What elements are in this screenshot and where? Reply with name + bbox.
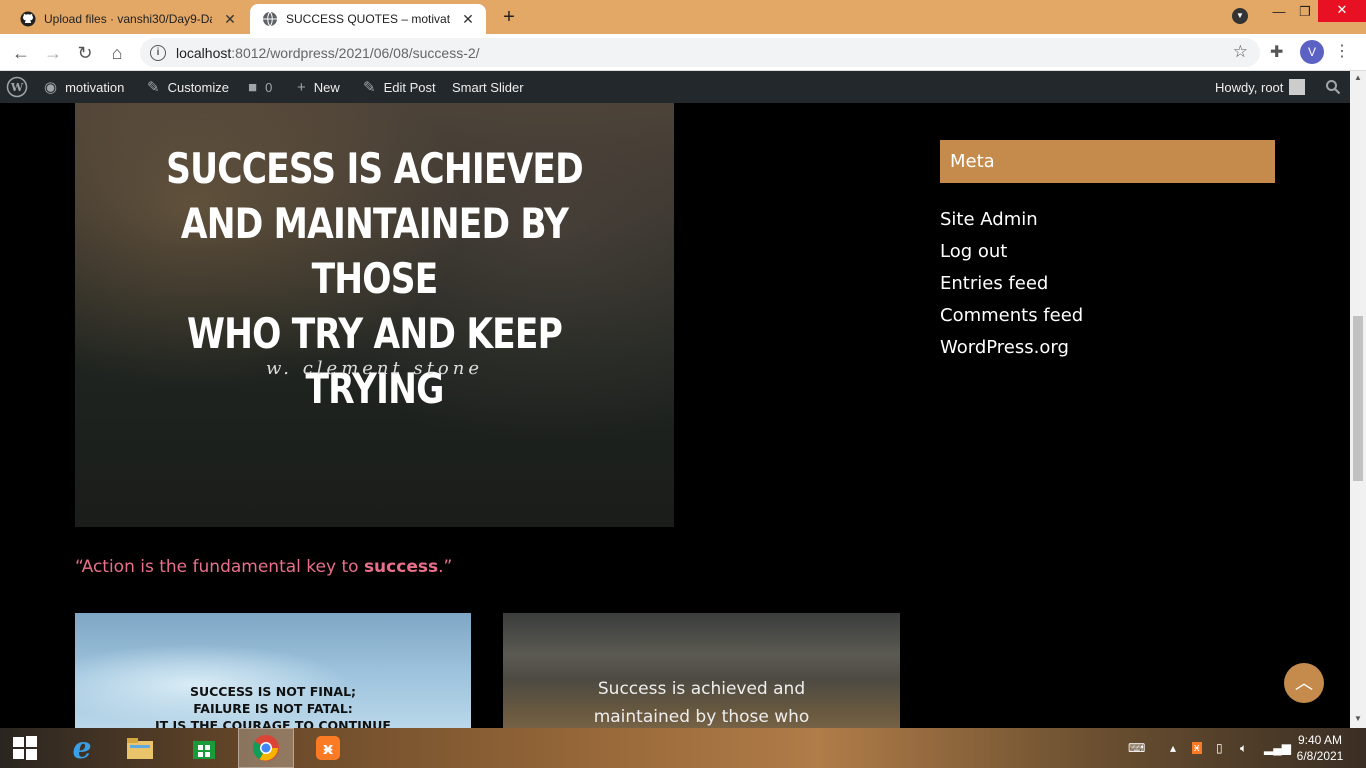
system-clock[interactable]: 9:40 AM 6/8/2021 [1290,732,1350,764]
new-content-link[interactable]: + New [297,71,340,103]
avatar [1289,79,1306,95]
browser-toolbar: ← → ↻ ⌂ i localhost:8012/wordpress/2021/… [0,34,1366,71]
windows-logo-icon [13,736,37,760]
meta-link-wordpress-org[interactable]: WordPress.org [940,336,1083,368]
scroll-to-top-button[interactable]: ︿ [1284,663,1324,703]
pencil-icon: ✎ [363,79,376,96]
svg-text:ӿ: ӿ [323,739,334,758]
meta-link-log-out[interactable]: Log out [940,240,1083,272]
scrollbar-thumb[interactable] [1353,316,1363,481]
network-device-icon[interactable]: ▯ [1216,728,1223,768]
quote-image-text: Success is achieved and maintained by th… [593,679,810,727]
tab-title: SUCCESS QUOTES – motivation [286,12,450,26]
hero-quote-author: w. clement stone [265,358,484,379]
tab-search-icon[interactable]: ▼ [1232,8,1248,24]
address-bar[interactable]: i localhost:8012/wordpress/2021/06/08/su… [140,38,1260,67]
quote-image-mountains: Success is achieved and maintained by th… [503,613,900,728]
page-scrollbar[interactable]: ▲ ▼ [1350,71,1366,728]
brush-icon: ✎ [147,79,160,96]
tab-title: Upload files · vanshi30/Day9-Day [44,12,212,26]
store-icon[interactable] [176,728,232,768]
meta-link-site-admin[interactable]: Site Admin [940,208,1083,240]
search-icon[interactable] [1325,71,1341,103]
meta-widget-title: Meta [940,140,1275,183]
forward-icon[interactable]: → [40,40,66,66]
home-icon[interactable]: ⌂ [104,40,130,66]
wifi-signal-icon[interactable]: ▂▄▆ [1264,728,1291,768]
wp-admin-bar: W ◉ motivation ✎ Customize ■ 0 + New ✎ E… [0,71,1366,103]
reload-icon[interactable]: ↻ [72,40,98,66]
github-icon [20,11,36,27]
quote-image-not-final: SUCCESS IS NOT FINAL; FAILURE IS NOT FAT… [75,613,471,728]
browser-tab-success-quotes[interactable]: SUCCESS QUOTES – motivation ✕ [250,4,486,34]
dashboard-icon: ◉ [44,79,58,96]
new-tab-button[interactable]: + [498,6,520,28]
meta-links: Site Admin Log out Entries feed Comments… [940,208,1083,368]
browser-tab-strip: Upload files · vanshi30/Day9-Day ✕ SUCCE… [0,0,1366,34]
globe-icon [262,11,278,27]
volume-icon[interactable]: 🔈︎ [1240,728,1247,768]
extensions-icon[interactable]: ✚ [1270,42,1283,62]
restore-button[interactable]: ❐ [1292,2,1318,22]
meta-link-comments-feed[interactable]: Comments feed [940,304,1083,336]
xampp-icon[interactable]: ӿ [300,728,356,768]
close-window-button[interactable]: ✕ [1318,0,1366,22]
page-content: SUCCESS IS ACHIEVED AND MAINTAINED BY TH… [0,103,1350,728]
minimize-button[interactable]: — [1266,2,1292,22]
site-name-link[interactable]: ◉ motivation [44,71,124,103]
internet-explorer-icon[interactable]: e [54,728,110,768]
file-explorer-icon[interactable] [112,728,168,768]
profile-avatar[interactable]: V [1300,40,1324,64]
comment-icon: ■ [248,78,258,96]
my-account-link[interactable]: Howdy, root [1215,71,1306,103]
bookmark-star-icon[interactable]: ☆ [1233,42,1248,62]
windows-taskbar: e ӿ ⌨ ▴ ӿ ▯ 🔈︎ ▂▄▆ 9:40 AM 6/8/2021 [0,728,1366,768]
customize-link[interactable]: ✎ Customize [147,71,229,103]
back-icon[interactable]: ← [8,40,34,66]
info-icon[interactable]: i [150,44,166,61]
chrome-icon[interactable] [238,728,294,768]
url-text: localhost:8012/wordpress/2021/06/08/succ… [176,44,480,61]
smart-slider-link[interactable]: Smart Slider [452,71,524,103]
xampp-tray-icon[interactable]: ӿ [1192,728,1202,768]
close-icon[interactable]: ✕ [460,11,476,27]
menu-icon[interactable]: ⋮ [1334,40,1350,64]
start-button[interactable] [0,728,50,768]
touch-keyboard-icon[interactable]: ⌨ [1128,728,1145,768]
plus-icon: + [297,78,306,96]
hero-quote-image: SUCCESS IS ACHIEVED AND MAINTAINED BY TH… [75,103,674,527]
browser-tab-upload-files[interactable]: Upload files · vanshi30/Day9-Day ✕ [8,4,248,34]
meta-link-entries-feed[interactable]: Entries feed [940,272,1083,304]
chevron-up-icon: ︿ [1295,673,1313,693]
show-hidden-icons[interactable]: ▴ [1170,728,1176,768]
comments-link[interactable]: ■ 0 [248,71,272,103]
post-quote: “Action is the fundamental key to succes… [75,557,453,577]
close-icon[interactable]: ✕ [222,11,238,27]
edit-post-link[interactable]: ✎ Edit Post [363,71,436,103]
scroll-down-arrow-icon[interactable]: ▼ [1353,714,1363,723]
svg-text:W: W [10,81,24,94]
wordpress-logo-icon[interactable]: W [6,71,28,103]
scroll-up-arrow-icon[interactable]: ▲ [1353,73,1363,82]
quote-image-text: SUCCESS IS NOT FINAL; FAILURE IS NOT FAT… [155,684,391,728]
